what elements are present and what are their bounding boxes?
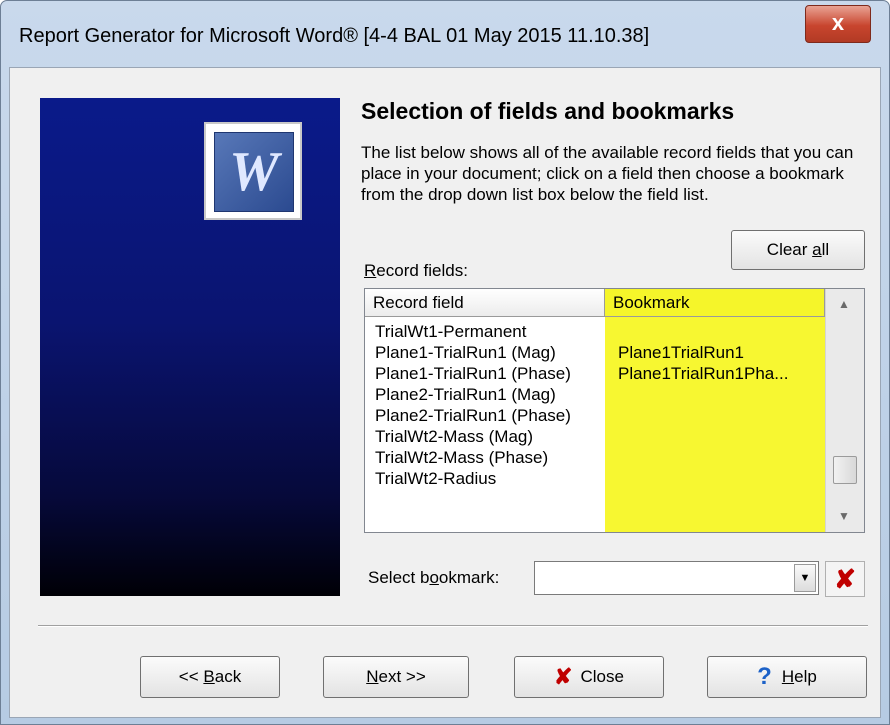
- select-bookmark-label: Select bookmark:: [368, 568, 499, 588]
- record-field-cell: TrialWt2-Mass (Phase): [375, 448, 549, 467]
- back-label-b: ack: [214, 667, 242, 686]
- window-close-button[interactable]: x: [805, 5, 871, 43]
- table-row[interactable]: Plane2-TrialRun1 (Phase): [365, 405, 825, 427]
- red-x-icon: ✘: [834, 564, 856, 594]
- page-description: The list below shows all of the availabl…: [361, 143, 854, 204]
- wizard-banner-image: W: [40, 98, 340, 596]
- back-label-a: <<: [178, 667, 204, 686]
- help-button[interactable]: ? Help: [707, 656, 867, 698]
- footer-separator: [38, 625, 868, 627]
- record-field-cell: TrialWt2-Radius: [375, 469, 497, 488]
- scroll-down-icon[interactable]: ▼: [838, 509, 850, 523]
- close-x-icon: ✘: [554, 664, 573, 689]
- scrollbar-thumb[interactable]: [833, 456, 857, 484]
- record-field-cell: Plane1-TrialRun1 (Phase): [375, 364, 571, 383]
- scroll-up-icon[interactable]: ▲: [838, 297, 850, 311]
- question-mark-icon: ?: [757, 663, 772, 690]
- select-bookmark-text-a: Select b: [368, 568, 430, 587]
- dialog-body: W Selection of fields and bookmarks The …: [9, 67, 881, 718]
- next-label: ext >>: [378, 667, 426, 686]
- bookmark-cell: Plane1TrialRun1: [618, 343, 744, 362]
- clear-all-label-b: ll: [821, 240, 830, 259]
- table-row[interactable]: Plane1-TrialRun1 (Mag) Plane1TrialRun1: [365, 342, 825, 364]
- page-heading: Selection of fields and bookmarks: [361, 98, 735, 124]
- table-row[interactable]: Plane1-TrialRun1 (Phase) Plane1TrialRun1P…: [365, 363, 825, 385]
- record-field-cell: Plane2-TrialRun1 (Mag): [375, 385, 556, 404]
- next-button[interactable]: Next >>: [323, 656, 469, 698]
- clear-all-mnemonic: a: [812, 240, 822, 259]
- close-label: Close: [580, 667, 624, 686]
- word-logo-letter: W: [214, 132, 294, 212]
- help-mnemonic: H: [781, 667, 795, 686]
- table-row[interactable]: TrialWt2-Radius: [365, 468, 825, 490]
- back-mnemonic: B: [203, 667, 215, 686]
- select-bookmark-dropdown[interactable]: ▼: [534, 561, 819, 595]
- record-field-cell: TrialWt2-Mass (Mag): [375, 427, 534, 446]
- next-mnemonic: N: [366, 667, 379, 686]
- record-field-cell: Plane2-TrialRun1 (Phase): [375, 406, 571, 425]
- clear-all-label-a: Clear: [766, 240, 813, 259]
- record-fields-label: Record fields:: [364, 261, 468, 281]
- record-fields-grid[interactable]: Record field Bookmark TrialWt1-Permanent…: [364, 288, 865, 533]
- remove-bookmark-button[interactable]: ✘: [825, 561, 865, 597]
- select-bookmark-mnemonic: o: [429, 568, 439, 587]
- column-header-record-field[interactable]: Record field: [365, 289, 605, 317]
- close-button[interactable]: ✘ Close: [514, 656, 664, 698]
- record-field-cell: Plane1-TrialRun1 (Mag): [375, 343, 556, 362]
- window-title: Report Generator for Microsoft Word® [4-…: [19, 25, 650, 47]
- report-generator-window: Report Generator for Microsoft Word® [4-…: [0, 0, 890, 725]
- table-row[interactable]: TrialWt2-Mass (Phase): [365, 447, 825, 469]
- column-header-bookmark[interactable]: Bookmark: [605, 289, 825, 317]
- table-row[interactable]: TrialWt2-Mass (Mag): [365, 426, 825, 448]
- select-bookmark-text-b: okmark:: [438, 568, 500, 587]
- clear-all-button[interactable]: Clear all: [731, 230, 865, 270]
- chevron-down-icon[interactable]: ▼: [794, 564, 816, 592]
- help-label: elp: [794, 667, 817, 686]
- title-bar[interactable]: Report Generator for Microsoft Word® [4-…: [1, 1, 889, 67]
- record-fields-mnemonic: R: [364, 261, 377, 280]
- bookmark-cell: Plane1TrialRun1Pha...: [618, 364, 789, 383]
- table-row[interactable]: Plane2-TrialRun1 (Mag): [365, 384, 825, 406]
- table-row[interactable]: TrialWt1-Permanent: [365, 321, 825, 343]
- back-button[interactable]: << Back: [140, 656, 280, 698]
- record-field-cell: TrialWt1-Permanent: [375, 322, 527, 341]
- word-icon: W: [204, 122, 302, 220]
- grid-vertical-scrollbar[interactable]: ▲ ▼: [825, 289, 864, 532]
- record-fields-text: ecord fields:: [376, 261, 468, 280]
